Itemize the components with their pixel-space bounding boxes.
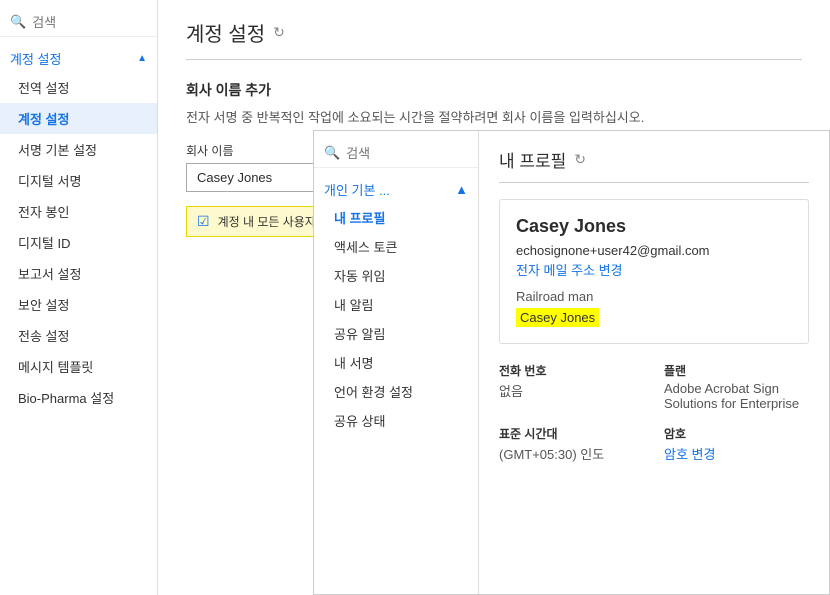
inner-item-profile[interactable]: 내 프로필 [314,203,478,232]
search-icon: 🔍 [10,14,26,30]
password-group: 암호 암호 변경 [664,425,809,463]
inner-item-my-notifications[interactable]: 내 알림 [314,290,478,319]
inner-item-shared-notifications[interactable]: 공유 알림 [314,319,478,348]
profile-role: Railroad man [516,289,792,304]
inner-search-input[interactable] [346,146,468,161]
phone-group: 전화 번호 없음 [499,362,644,411]
inner-group-label: 개인 기본 ... [324,180,390,199]
inner-search-container: 🔍 [314,139,478,168]
profile-title: 내 프로필 [499,147,566,172]
profile-email: echosignone+user42@gmail.com [516,243,792,258]
timezone-value: (GMT+05:30) 인도 [499,444,644,463]
sidebar-item-digital-signature[interactable]: 디지털 서명 [0,165,157,196]
change-email-link[interactable]: 전자 메일 주소 변경 [516,263,623,278]
inner-chevron-up-icon: ▲ [455,182,468,197]
profile-name: Casey Jones [516,216,792,237]
plan-value: Adobe Acrobat Sign Solutions for Enterpr… [664,381,809,411]
sidebar-item-global[interactable]: 전역 설정 [0,72,157,103]
sidebar-group-header-account[interactable]: 계정 설정 ▲ [0,43,157,72]
sidebar-item-signature-defaults[interactable]: 서명 기본 설정 [0,134,157,165]
password-label: 암호 [664,425,809,442]
sidebar-item-message-templates[interactable]: 메시지 템플릿 [0,351,157,382]
inner-item-share-status[interactable]: 공유 상태 [314,406,478,435]
sidebar-item-account[interactable]: 계정 설정 [0,103,157,134]
plan-label: 플랜 [664,362,809,379]
change-password-link[interactable]: 암호 변경 [664,447,715,462]
chevron-up-icon: ▲ [137,53,147,64]
sidebar-group-label: 계정 설정 [10,49,61,68]
inner-sidebar: 🔍 개인 기본 ... ▲ 내 프로필 액세스 토큰 자동 위임 내 알림 공유… [314,131,479,594]
profile-card: Casey Jones echosignone+user42@gmail.com… [499,199,809,344]
profile-refresh-icon[interactable]: ↻ [574,151,586,168]
profile-details-grid: 전화 번호 없음 플랜 Adobe Acrobat Sign Solutions… [499,362,809,463]
sidebar-item-electronic-seal[interactable]: 전자 봉인 [0,196,157,227]
profile-company-highlight: Casey Jones [516,308,599,327]
inner-panel: 🔍 개인 기본 ... ▲ 내 프로필 액세스 토큰 자동 위임 내 알림 공유… [313,130,830,595]
plan-group: 플랜 Adobe Acrobat Sign Solutions for Ente… [664,362,809,411]
section-label: 회사 이름 추가 [186,80,802,100]
sidebar-item-digital-id[interactable]: 디지털 ID [0,227,157,258]
phone-value: 없음 [499,381,644,400]
sidebar: 🔍 계정 설정 ▲ 전역 설정 계정 설정 서명 기본 설정 디지털 서명 전자… [0,0,158,595]
sidebar-item-reports[interactable]: 보고서 설정 [0,258,157,289]
sidebar-search-container: 🔍 [0,8,157,37]
profile-content: 내 프로필 ↻ Casey Jones echosignone+user42@g… [479,131,829,594]
sidebar-item-biopharma[interactable]: Bio-Pharma 설정 [0,382,157,413]
inner-item-language[interactable]: 언어 환경 설정 [314,377,478,406]
profile-title-row: 내 프로필 ↻ [499,147,809,183]
inner-search-icon: 🔍 [324,145,340,161]
sidebar-section: 계정 설정 ▲ 전역 설정 계정 설정 서명 기본 설정 디지털 서명 전자 봉… [0,43,157,413]
refresh-icon[interactable]: ↻ [273,24,285,41]
inner-item-access-tokens[interactable]: 액세스 토큰 [314,232,478,261]
timezone-group: 표준 시간대 (GMT+05:30) 인도 [499,425,644,463]
sidebar-search-input[interactable] [32,15,147,30]
main-content: 계정 설정 ↻ 회사 이름 추가 전자 서명 중 반복적인 작업에 소요되는 시… [158,0,830,595]
phone-label: 전화 번호 [499,362,644,379]
page-title: 계정 설정 [186,18,265,47]
timezone-label: 표준 시간대 [499,425,644,442]
sidebar-item-security[interactable]: 보안 설정 [0,289,157,320]
sidebar-item-send[interactable]: 전송 설정 [0,320,157,351]
inner-group-header[interactable]: 개인 기본 ... ▲ [314,174,478,203]
section-desc: 전자 서명 중 반복적인 작업에 소요되는 시간을 절약하려면 회사 이름을 입… [186,108,802,128]
page-title-row: 계정 설정 ↻ [186,18,802,60]
inner-item-my-signature[interactable]: 내 서명 [314,348,478,377]
inner-item-auto-delegate[interactable]: 자동 위임 [314,261,478,290]
checkbox-icon[interactable]: ☑ [197,213,210,230]
